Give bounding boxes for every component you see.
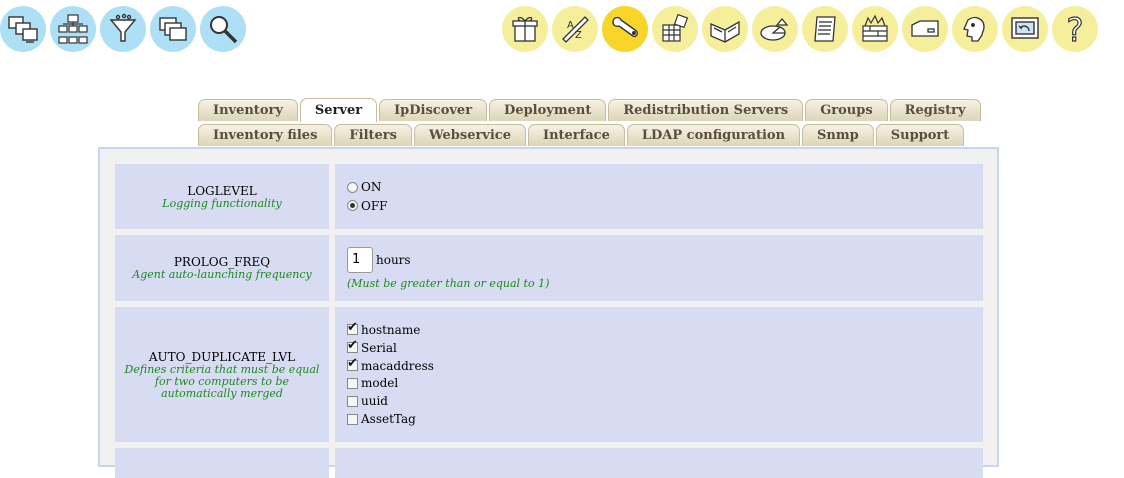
tab-groups[interactable]: Groups: [805, 99, 888, 121]
setting-description-line: Defines criteria that must be equal: [124, 362, 320, 376]
setting-name: LOGLEVEL: [187, 183, 257, 198]
prolog-freq-unit: hours: [376, 252, 411, 267]
setting-description: Logging functionality: [162, 196, 282, 210]
help-icon[interactable]: ?: [1052, 6, 1098, 52]
tab-inventory[interactable]: Inventory: [198, 99, 298, 121]
option-label: OFF: [361, 198, 388, 213]
svg-text:A: A: [567, 20, 574, 31]
setting-value-cell: ON OFF: [335, 164, 983, 229]
tabs-row-2: Inventory files Filters Webservice Inter…: [198, 124, 965, 146]
tabs-row-1: Inventory Server IpDiscover Deployment R…: [198, 98, 981, 122]
script-icon[interactable]: [802, 6, 848, 52]
network-icon[interactable]: [50, 6, 96, 52]
tab-interface[interactable]: Interface: [528, 124, 625, 146]
duplicate-option-serial[interactable]: Serial: [347, 338, 971, 357]
tab-server[interactable]: Server: [299, 98, 378, 122]
option-label: ON: [361, 180, 382, 195]
loglevel-on-option[interactable]: ON: [347, 178, 971, 197]
option-label: Serial: [361, 340, 397, 355]
hostname-checkbox[interactable]: [347, 320, 358, 336]
tab-redistribution-servers[interactable]: Redistribution Servers: [608, 99, 804, 121]
loglevel-off-option[interactable]: OFF: [347, 197, 971, 216]
uuid-checkbox[interactable]: [347, 395, 358, 407]
prolog-freq-input[interactable]: [347, 246, 373, 273]
az-dictionary-icon[interactable]: AZ: [552, 6, 598, 52]
tab-snmp[interactable]: Snmp: [802, 124, 874, 146]
tab-filters[interactable]: Filters: [334, 124, 412, 146]
model-checkbox[interactable]: [347, 377, 358, 389]
setting-value-cell: hostname Serial macaddress model uuid As…: [335, 307, 983, 442]
tab-support[interactable]: Support: [875, 124, 965, 146]
duplicate-option-uuid[interactable]: uuid: [347, 392, 971, 410]
loglevel-off-radio[interactable]: [347, 200, 358, 212]
setting-description-line: for two computers to be: [154, 374, 290, 388]
loglevel-on-radio[interactable]: [347, 181, 358, 193]
magnifier-icon[interactable]: [200, 6, 246, 52]
setting-label-cell: PROLOG_FREQ Agent auto-launching frequen…: [115, 235, 329, 301]
card-icon[interactable]: [902, 6, 948, 52]
tab-ipdiscover[interactable]: IpDiscover: [379, 99, 488, 121]
prolog-freq-input-group: hours: [347, 246, 971, 273]
wrench-icon[interactable]: [602, 6, 648, 52]
setting-name: AUTO_DUPLICATE_LVL: [148, 349, 296, 364]
book-icon[interactable]: [702, 6, 748, 52]
option-label: AssetTag: [361, 412, 416, 427]
option-label: model: [361, 376, 399, 391]
assettag-checkbox[interactable]: [347, 413, 358, 425]
option-label: macaddress: [361, 358, 434, 373]
settings-panel: LOGLEVEL Logging functionality ON OFF PR…: [98, 147, 999, 478]
setting-description: Agent auto-launching frequency: [132, 268, 312, 281]
macaddress-checkbox[interactable]: [347, 356, 358, 372]
computers-icon[interactable]: [0, 6, 46, 52]
filter-icon[interactable]: [100, 6, 146, 52]
admin-toolbar: AZ ?: [502, 6, 1098, 52]
svg-text:?: ?: [1067, 12, 1084, 46]
tab-inventory-files[interactable]: Inventory files: [198, 124, 333, 146]
grid-config-icon[interactable]: [652, 6, 698, 52]
duplicate-option-assettag[interactable]: AssetTag: [347, 410, 971, 428]
tab-registry[interactable]: Registry: [889, 99, 981, 121]
setting-value-cell: hours (Must be greater than or equal to …: [335, 235, 983, 301]
tab-ldap-configuration[interactable]: LDAP configuration: [626, 124, 801, 146]
svg-text:Z: Z: [575, 30, 582, 41]
option-label: hostname: [361, 322, 421, 337]
setting-label-cell: AUTO_DUPLICATE_LVL Defines criteria that…: [115, 307, 329, 442]
prolog-freq-hint: (Must be greater than or equal to 1): [347, 276, 550, 290]
setting-row-loglevel: LOGLEVEL Logging functionality ON OFF: [115, 164, 983, 229]
tab-webservice[interactable]: Webservice: [413, 124, 526, 146]
setting-label-cell: LOGLEVEL Logging functionality: [115, 164, 329, 229]
serial-checkbox[interactable]: [347, 338, 358, 354]
firewall-icon[interactable]: [852, 6, 898, 52]
setting-row-prolog-freq: PROLOG_FREQ Agent auto-launching frequen…: [115, 235, 983, 301]
gift-icon[interactable]: [502, 6, 548, 52]
setting-description-line: automatically merged: [161, 386, 283, 400]
setting-name: PROLOG_FREQ: [173, 255, 271, 269]
duplicate-option-macaddress[interactable]: macaddress: [347, 356, 971, 375]
tab-deployment[interactable]: Deployment: [489, 99, 607, 121]
duplicate-option-model[interactable]: model: [347, 375, 971, 393]
face-icon[interactable]: [952, 6, 998, 52]
main-toolbar: [0, 6, 246, 52]
setting-row-auto-duplicate-lvl: AUTO_DUPLICATE_LVL Defines criteria that…: [115, 307, 983, 442]
monitor-back-icon[interactable]: [1002, 6, 1048, 52]
option-label: uuid: [361, 394, 388, 409]
windows-icon[interactable]: [150, 6, 196, 52]
pie-chart-icon[interactable]: [752, 6, 798, 52]
duplicate-option-hostname[interactable]: hostname: [347, 320, 971, 339]
